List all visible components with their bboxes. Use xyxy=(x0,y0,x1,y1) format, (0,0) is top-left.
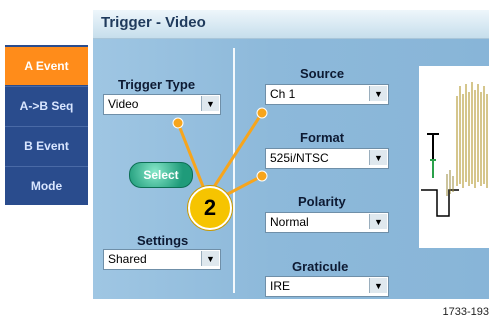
callout-badge: 2 xyxy=(188,186,232,230)
figure-caption: 1733-193 xyxy=(442,306,489,318)
callout-leader-lines xyxy=(172,107,268,199)
